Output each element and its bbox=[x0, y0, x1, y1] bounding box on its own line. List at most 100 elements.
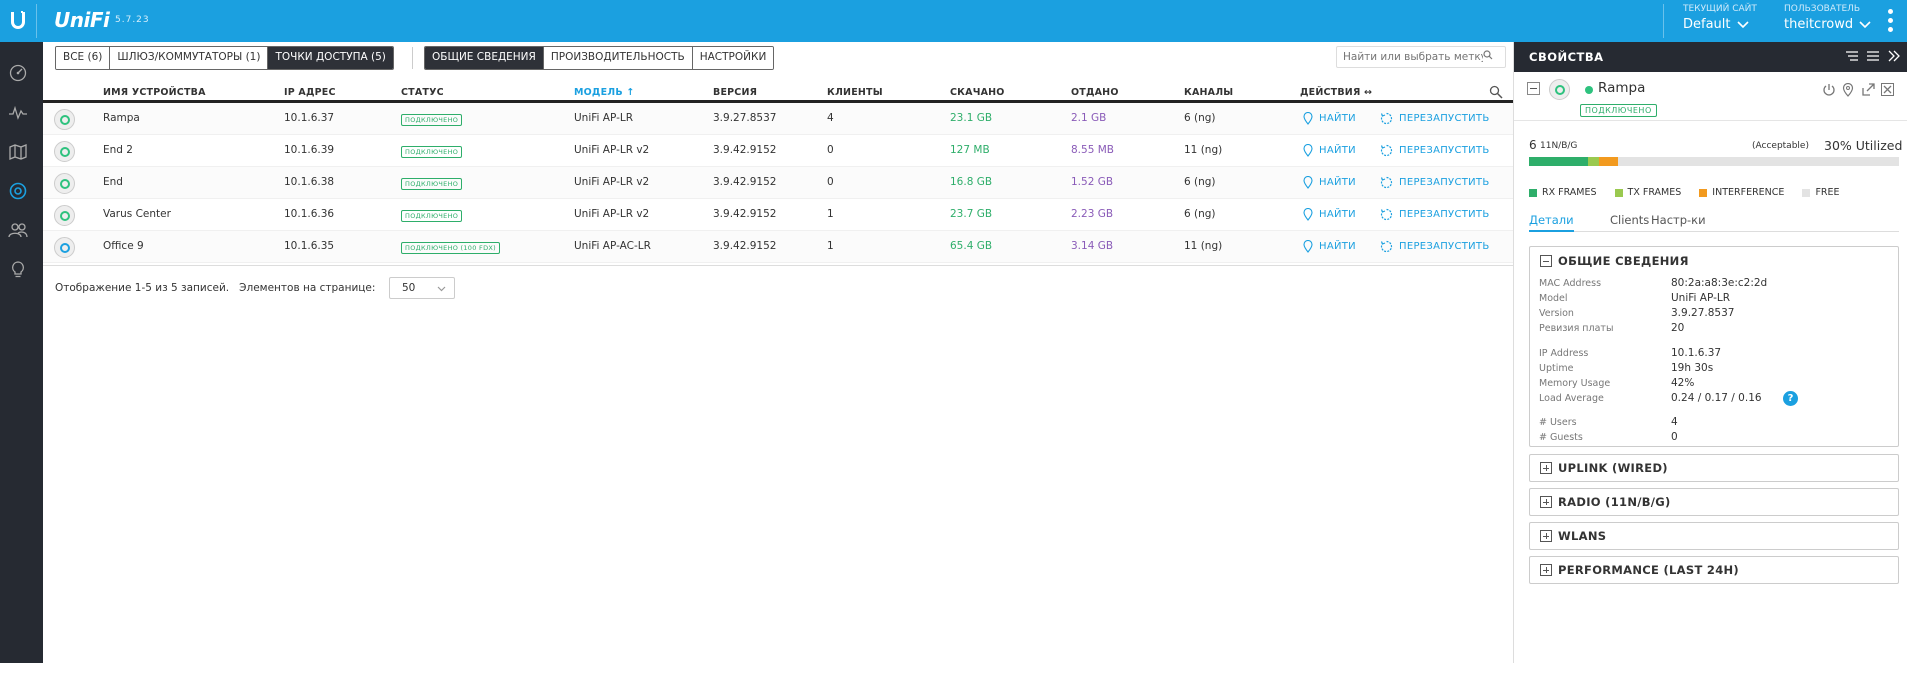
close-icon[interactable] bbox=[1881, 83, 1894, 96]
column-header-actions[interactable]: ДЕЙСТВИЯ ↔ bbox=[1300, 87, 1372, 98]
more-menu-icon[interactable] bbox=[1888, 9, 1894, 32]
uplink-section[interactable]: UPLINK (WIRED) bbox=[1529, 454, 1899, 482]
detail-value: 42% bbox=[1671, 377, 1695, 389]
performance-section[interactable]: PERFORMANCE (LAST 24H) bbox=[1529, 556, 1899, 584]
restart-button[interactable]: ПЕРЕЗАПУСТИТЬ bbox=[1380, 112, 1490, 125]
restart-button[interactable]: ПЕРЕЗАПУСТИТЬ bbox=[1380, 144, 1490, 157]
section-title[interactable]: PERFORMANCE (LAST 24H) bbox=[1558, 563, 1739, 577]
dashboard-icon[interactable] bbox=[0, 58, 36, 88]
column-header-clients[interactable]: КЛИЕНТЫ bbox=[827, 87, 883, 98]
clients-icon[interactable] bbox=[0, 215, 36, 245]
column-header-version[interactable]: ВЕРСИЯ bbox=[713, 87, 757, 98]
legend-free: FREE bbox=[1802, 187, 1840, 198]
locate-button[interactable]: НАЙТИ bbox=[1303, 208, 1356, 221]
column-header-name[interactable]: ИМЯ УСТРОЙСТВА bbox=[103, 87, 206, 98]
expand-section-icon[interactable] bbox=[1540, 564, 1552, 576]
column-header-status[interactable]: СТАТУС bbox=[401, 87, 444, 98]
tab-clients[interactable]: Clients bbox=[1610, 213, 1649, 227]
column-header-downloaded[interactable]: СКАЧАНО bbox=[950, 87, 1005, 98]
site-selector[interactable]: ТЕКУЩИЙ САЙТ Default bbox=[1683, 4, 1757, 32]
table-row[interactable]: End 10.1.6.38 ПОДКЛЮЧЕНО UniFi AP-LR v2 … bbox=[43, 167, 1513, 199]
double-chevron-right-icon[interactable] bbox=[1887, 50, 1901, 62]
table-row[interactable]: Office 9 10.1.6.35 ПОДКЛЮЧЕНО (100 FDX) … bbox=[43, 231, 1513, 263]
radio-band: 11N/B/G bbox=[1540, 141, 1578, 151]
restart-icon bbox=[1380, 176, 1393, 189]
expand-section-icon[interactable] bbox=[1540, 462, 1552, 474]
top-bar-divider bbox=[36, 4, 37, 38]
panel-title: СВОЙСТВА bbox=[1529, 50, 1604, 64]
column-header-model[interactable]: МОДЕЛЬ ↑ bbox=[574, 87, 634, 98]
selected-device-name: Rampa bbox=[1598, 80, 1646, 96]
panel-divider bbox=[1514, 120, 1907, 121]
restart-button[interactable]: ПЕРЕЗАПУСТИТЬ bbox=[1380, 176, 1490, 189]
detail-label: Memory Usage bbox=[1539, 378, 1611, 389]
filter-access-points-button[interactable]: ТОЧКИ ДОСТУПА (5) bbox=[268, 47, 393, 69]
device-model: UniFi AP-LR bbox=[574, 112, 634, 124]
tab-settings[interactable]: Настр-ки bbox=[1651, 213, 1706, 227]
left-sidebar bbox=[0, 42, 43, 663]
insights-icon[interactable] bbox=[0, 255, 36, 285]
device-ip: 10.1.6.35 bbox=[284, 240, 335, 252]
search-input[interactable] bbox=[1336, 46, 1506, 68]
pop-out-icon[interactable] bbox=[1862, 83, 1875, 96]
page-size-select[interactable]: 50 bbox=[389, 277, 455, 299]
column-header-uploaded[interactable]: ОТДАНО bbox=[1071, 87, 1119, 98]
device-clients: 4 bbox=[827, 112, 834, 124]
location-pin-icon bbox=[1303, 144, 1313, 157]
detail-label: # Guests bbox=[1539, 432, 1583, 443]
locate-button[interactable]: НАЙТИ bbox=[1303, 144, 1356, 157]
view-overview-button[interactable]: ОБЩИЕ СВЕДЕНИЯ bbox=[425, 47, 544, 69]
top-bar: UniFi 5.7.23 ТЕКУЩИЙ САЙТ Default ПОЛЬЗО… bbox=[0, 0, 1907, 42]
collapse-section-icon[interactable] bbox=[1540, 255, 1552, 267]
collapse-device-icon[interactable] bbox=[1527, 82, 1540, 95]
view-settings-button[interactable]: НАСТРОЙКИ bbox=[692, 47, 774, 69]
statistics-icon[interactable] bbox=[0, 98, 36, 128]
restart-icon[interactable] bbox=[1822, 83, 1836, 97]
radio-quality: (Acceptable) bbox=[1752, 141, 1809, 151]
access-point-icon bbox=[54, 237, 75, 258]
table-row[interactable]: Rampa 10.1.6.37 ПОДКЛЮЧЕНО UniFi AP-LR 3… bbox=[43, 103, 1513, 135]
filter-gateways-button[interactable]: ШЛЮЗ/КОММУТАТОРЫ (1) bbox=[110, 47, 269, 69]
section-title[interactable]: WLANS bbox=[1558, 529, 1606, 543]
user-selector[interactable]: ПОЛЬЗОВАТЕЛЬ theitcrowd bbox=[1784, 4, 1871, 32]
list-expand-icon[interactable] bbox=[1866, 50, 1880, 62]
location-pin-icon[interactable] bbox=[1842, 83, 1854, 97]
devices-icon[interactable] bbox=[0, 176, 36, 206]
restart-button[interactable]: ПЕРЕЗАПУСТИТЬ bbox=[1380, 208, 1490, 221]
table-row[interactable]: End 2 10.1.6.39 ПОДКЛЮЧЕНО UniFi AP-LR v… bbox=[43, 135, 1513, 167]
device-ip: 10.1.6.37 bbox=[284, 112, 335, 124]
device-clients: 0 bbox=[827, 144, 834, 156]
detail-label: Ревизия платы bbox=[1539, 323, 1614, 334]
overview-section-title[interactable]: ОБЩИЕ СВЕДЕНИЯ bbox=[1558, 254, 1689, 268]
ubiquiti-logo-icon[interactable] bbox=[0, 0, 36, 42]
expand-section-icon[interactable] bbox=[1540, 530, 1552, 542]
view-performance-button[interactable]: ПРОИЗВОДИТЕЛЬНОСТЬ bbox=[543, 47, 693, 69]
tab-details[interactable]: Детали bbox=[1529, 213, 1574, 232]
help-icon[interactable]: ? bbox=[1783, 391, 1798, 406]
detail-label: IP Address bbox=[1539, 348, 1589, 359]
detail-label: # Users bbox=[1539, 417, 1577, 428]
column-header-ip[interactable]: IP АДРЕС bbox=[284, 87, 336, 98]
table-row[interactable]: Varus Center 10.1.6.36 ПОДКЛЮЧЕНО UniFi … bbox=[43, 199, 1513, 231]
map-icon[interactable] bbox=[0, 137, 36, 167]
locate-button[interactable]: НАЙТИ bbox=[1303, 112, 1356, 125]
column-header-channels[interactable]: КАНАЛЫ bbox=[1184, 87, 1233, 98]
wlans-section[interactable]: WLANS bbox=[1529, 522, 1899, 550]
locate-button[interactable]: НАЙТИ bbox=[1303, 240, 1356, 253]
locate-button[interactable]: НАЙТИ bbox=[1303, 176, 1356, 189]
detail-label: Model bbox=[1539, 293, 1568, 304]
section-title[interactable]: UPLINK (WIRED) bbox=[1558, 461, 1668, 475]
filter-all-button[interactable]: ВСЕ (6) bbox=[56, 47, 111, 69]
location-pin-icon bbox=[1303, 176, 1313, 189]
list-collapse-icon[interactable] bbox=[1845, 50, 1859, 62]
radio-section[interactable]: RADIO (11N/B/G) bbox=[1529, 488, 1899, 516]
device-uploaded: 3.14 GB bbox=[1071, 240, 1114, 252]
device-channels: 6 (ng) bbox=[1184, 208, 1216, 220]
column-search-icon[interactable] bbox=[1489, 85, 1503, 99]
section-title[interactable]: RADIO (11N/B/G) bbox=[1558, 495, 1671, 509]
device-ip: 10.1.6.39 bbox=[284, 144, 335, 156]
expand-section-icon[interactable] bbox=[1540, 496, 1552, 508]
detail-label: Load Average bbox=[1539, 393, 1604, 404]
utilization-legend: RX FRAMES TX FRAMES INTERFERENCE FREE bbox=[1529, 187, 1904, 198]
restart-button[interactable]: ПЕРЕЗАПУСТИТЬ bbox=[1380, 240, 1490, 253]
